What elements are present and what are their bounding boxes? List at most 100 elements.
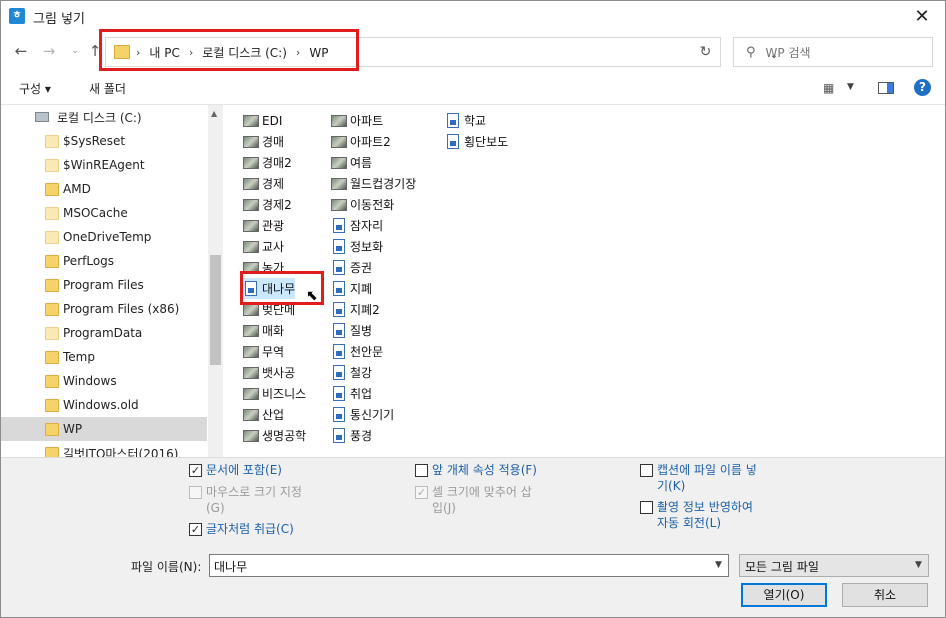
tree-item-label: ProgramData (63, 326, 143, 340)
file-item[interactable]: 잠자리 (331, 215, 383, 236)
image-thumbnail-icon (243, 366, 259, 379)
file-item[interactable]: 철강 (331, 362, 372, 383)
file-item[interactable]: 정보화 (331, 236, 383, 257)
caption-filename-option[interactable]: 캡션에 파일 이름 넣 기(K) (640, 462, 757, 494)
filename-input[interactable]: 대나무 (209, 554, 729, 577)
tree-item-drive[interactable]: 로컬 디스크 (C:) (1, 105, 207, 129)
mouse-cursor-icon: ⬉ (306, 288, 318, 304)
file-name: 경매 (262, 135, 285, 149)
file-name: 질병 (350, 324, 373, 338)
file-name: 풍경 (350, 429, 373, 443)
open-button[interactable]: 열기(O) (741, 583, 827, 607)
file-item[interactable]: 아파트2 (331, 131, 391, 152)
tree-scrollbar[interactable]: ▲ (208, 105, 223, 457)
image-thumbnail-icon (243, 219, 259, 232)
tree-item[interactable]: $SysReset (1, 129, 207, 153)
organize-button[interactable]: 구성 ▾ (19, 80, 51, 97)
file-item[interactable]: 아파트 (331, 110, 383, 131)
image-file-icon (333, 323, 345, 338)
close-button[interactable]: ✕ (899, 1, 945, 31)
tree-item[interactable]: $WinREAgent (1, 153, 207, 177)
file-item[interactable]: 비즈니스 (243, 383, 306, 404)
checkbox[interactable] (415, 464, 428, 477)
new-folder-button[interactable]: 새 폴더 (89, 80, 126, 97)
file-name: 횡단보도 (464, 135, 509, 149)
file-item[interactable]: 월드컵경기장 (331, 173, 416, 194)
file-item[interactable]: 횡단보도 (445, 131, 508, 152)
file-item[interactable]: 지폐 (331, 278, 372, 299)
tree-item[interactable]: Temp (1, 345, 207, 369)
chevron-down-icon[interactable]: ▼ (847, 82, 854, 92)
file-item[interactable]: 교사 (243, 236, 284, 257)
tree-item-label: OneDriveTemp (63, 230, 152, 244)
cancel-button[interactable]: 취소 (842, 583, 928, 607)
file-item[interactable]: 풍경 (331, 425, 372, 446)
chevron-down-icon: ⌄ (71, 46, 79, 56)
view-options-icon[interactable]: ▦ (823, 81, 834, 95)
file-item[interactable]: 질병 (331, 320, 372, 341)
file-item[interactable]: 경제 (243, 173, 284, 194)
file-item[interactable]: 천안문 (331, 341, 383, 362)
file-item[interactable]: 매화 (243, 320, 284, 341)
tree-item[interactable]: 길벗ITQ마스터(2016) (1, 441, 207, 457)
folder-icon (45, 302, 59, 316)
recent-locations-button[interactable]: ⌄ (65, 41, 85, 61)
file-item[interactable]: 지폐2 (331, 299, 380, 320)
file-item[interactable]: 학교 (445, 110, 486, 131)
embed-in-document-option[interactable]: ✓ 문서에 포함(E) (189, 462, 282, 478)
scrollbar-thumb[interactable] (210, 255, 221, 365)
tree-item[interactable]: AMD (1, 177, 207, 201)
tree-item[interactable]: OneDriveTemp (1, 225, 207, 249)
file-name: 비즈니스 (262, 387, 307, 401)
tree-item[interactable]: Windows (1, 369, 207, 393)
file-item[interactable]: 증권 (331, 257, 372, 278)
file-item[interactable]: 관광 (243, 215, 284, 236)
refresh-icon: ↻ (699, 44, 712, 60)
checkbox-checked[interactable]: ✓ (189, 523, 202, 536)
image-thumbnail-icon (243, 114, 259, 127)
tree-item[interactable]: MSOCache (1, 201, 207, 225)
search-input[interactable]: ⚲ WP 검색 (733, 37, 933, 67)
file-item[interactable]: 경매 (243, 131, 284, 152)
tree-item-selected[interactable]: WP (1, 417, 207, 441)
tree-item-label: $WinREAgent (63, 158, 145, 172)
help-icon[interactable]: ? (914, 79, 931, 96)
file-item[interactable]: 무역 (243, 341, 284, 362)
file-item[interactable]: 뱃사공 (243, 362, 295, 383)
checkbox[interactable] (640, 501, 653, 514)
tree-item[interactable]: Program Files (1, 273, 207, 297)
option-label-line2: 입(J) (432, 501, 456, 515)
preview-pane-icon[interactable] (878, 82, 894, 94)
file-item[interactable]: 경제2 (243, 194, 292, 215)
file-item[interactable]: EDI (243, 110, 282, 131)
file-item[interactable]: 취업 (331, 383, 372, 404)
mouse-size-option: 마우스로 크기 지정 (G) (189, 484, 302, 516)
file-item[interactable]: 생명공학 (243, 425, 306, 446)
chevron-down-icon[interactable]: ▼ (915, 560, 922, 570)
file-item[interactable]: 이동전화 (331, 194, 394, 215)
file-item[interactable]: 여름 (331, 152, 372, 173)
checkbox[interactable] (640, 464, 653, 477)
auto-rotate-option[interactable]: 촬영 정보 반영하여 자동 회전(L) (640, 499, 753, 531)
folder-icon (45, 158, 59, 172)
checkbox-disabled (189, 486, 202, 499)
tree-item[interactable]: PerfLogs (1, 249, 207, 273)
file-item[interactable]: 경매2 (243, 152, 292, 173)
chevron-down-icon[interactable]: ▼ (715, 560, 722, 570)
refresh-button[interactable]: ↻ (691, 37, 721, 67)
treat-as-char-option[interactable]: ✓ 글자처럼 취급(C) (189, 521, 294, 537)
checkbox-checked[interactable]: ✓ (189, 464, 202, 477)
scroll-up-icon[interactable]: ▲ (211, 109, 217, 118)
close-icon: ✕ (914, 5, 930, 27)
folder-icon (45, 398, 59, 412)
file-item[interactable]: 산업 (243, 404, 284, 425)
tree-item[interactable]: Program Files (x86) (1, 297, 207, 321)
file-item[interactable]: 통신기기 (331, 404, 394, 425)
forward-button[interactable]: → (39, 41, 59, 61)
apply-front-props-option[interactable]: 앞 개체 속성 적용(F) (415, 462, 537, 478)
tree-item[interactable]: ProgramData (1, 321, 207, 345)
filetype-select[interactable]: 모든 그림 파일 (739, 554, 929, 577)
image-file-icon (333, 281, 345, 296)
tree-item[interactable]: Windows.old (1, 393, 207, 417)
back-button[interactable]: ← (11, 41, 31, 61)
